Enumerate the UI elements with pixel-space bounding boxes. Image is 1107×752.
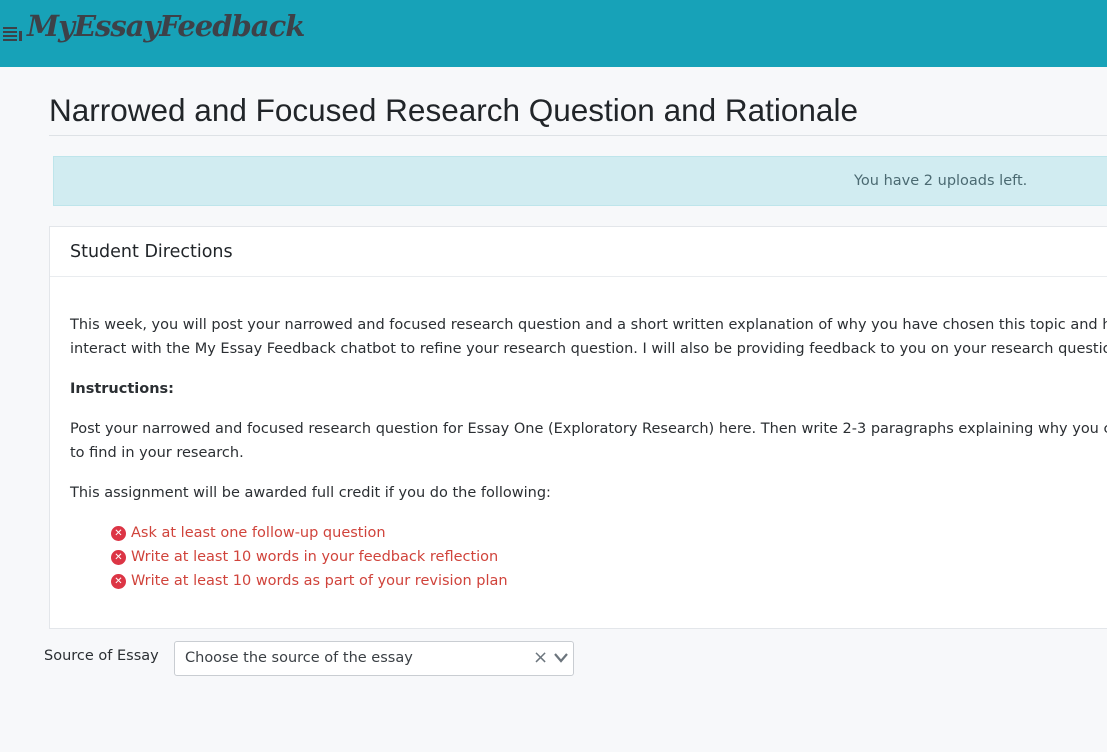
page-title: Narrowed and Focused Research Question a… [49,92,858,128]
student-directions-card: Student Directions This week, you will p… [49,226,1107,629]
directions-paragraph-line-2: interact with the My Essay Feedback chat… [70,341,1107,357]
requirement-text: Ask at least one follow-up question [131,525,386,541]
title-divider [49,135,1107,136]
chevron-down-icon[interactable] [553,652,569,664]
clear-icon[interactable]: × [533,647,548,668]
brand-logo[interactable]: MyEssayFeedback [27,9,305,43]
requirement-text: Write at least 10 words in your feedback… [131,549,499,565]
source-select-placeholder: Choose the source of the essay [185,650,413,666]
requirement-text: Write at least 10 words as part of your … [131,573,508,589]
hamburger-icon[interactable] [3,25,22,43]
uploads-alert: You have 2 uploads left. [53,156,1107,206]
instructions-paragraph-line-2: to find in your research. [70,445,244,461]
x-circle-icon: ✕ [111,526,126,541]
list-item: ✕ Write at least 10 words in your feedba… [110,545,508,569]
card-header: Student Directions [50,227,1107,277]
requirements-list: ✕ Ask at least one follow-up question ✕ … [110,521,508,593]
x-circle-icon: ✕ [111,574,126,589]
x-circle-icon: ✕ [111,550,126,565]
directions-paragraph-line-1: This week, you will post your narrowed a… [70,317,1107,333]
instructions-paragraph-line-1: Post your narrowed and focused research … [70,421,1107,437]
instructions-label: Instructions: [70,381,174,397]
list-item: ✕ Ask at least one follow-up question [110,521,508,545]
uploads-left-text: You have 2 uploads left. [854,173,1028,189]
card-title: Student Directions [70,242,233,262]
source-of-essay-label: Source of Essay [44,648,159,664]
list-item: ✕ Write at least 10 words as part of you… [110,569,508,593]
source-select[interactable]: Choose the source of the essay × [174,641,574,676]
top-navbar: MyEssayFeedback [0,0,1107,67]
credit-criteria-text: This assignment will be awarded full cre… [70,485,551,501]
